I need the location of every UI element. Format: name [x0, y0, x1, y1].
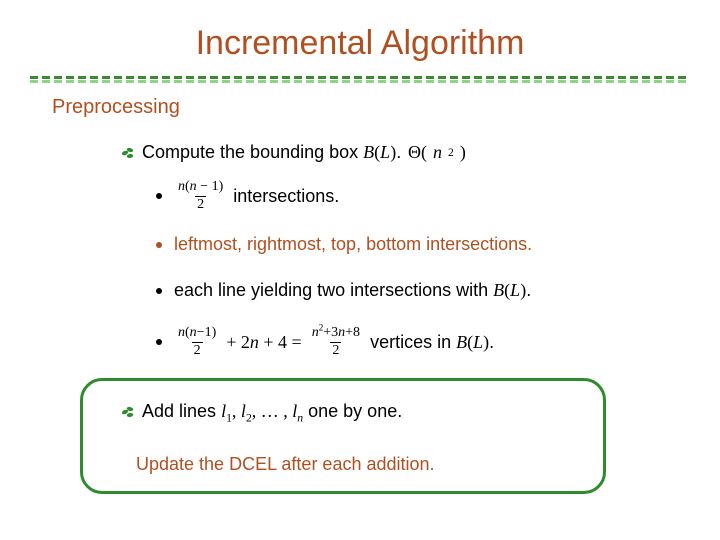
subbullet-intersections-count: n(n − 1) 2 intersections.: [156, 180, 339, 212]
dot-bullet-icon: [156, 242, 162, 248]
dot-bullet-icon: [156, 288, 162, 294]
middle-terms: + 2n + 4 =: [226, 332, 301, 353]
tail: vertices in B(L).: [370, 332, 494, 353]
highlight-callout-box: [80, 378, 606, 494]
complexity-theta-n2: Θ(n2): [408, 142, 466, 163]
prefix: Add lines: [142, 401, 221, 421]
dot-bullet-icon: [156, 339, 162, 345]
subbullet-extremes: leftmost, rightmost, top, bottom interse…: [156, 234, 532, 255]
title-underline: [30, 76, 690, 84]
bullet-add-lines: Add lines l1, l2, … , ln one by one.: [120, 401, 402, 422]
subbullet-yielding: each line yielding two intersections wit…: [156, 280, 531, 301]
leaf-bullet-icon: [120, 404, 136, 420]
text: leftmost, rightmost, top, bottom interse…: [174, 234, 532, 255]
suffix: .: [489, 332, 494, 352]
text-update-dcel: Update the DCEL after each addition.: [136, 454, 435, 475]
dot-bullet-icon: [156, 193, 162, 199]
fraction-right: n2+3n+8 2: [310, 326, 362, 358]
text: Add lines l1, l2, … , ln one by one.: [142, 401, 402, 422]
suffix: one by one.: [303, 401, 402, 421]
fraction-left: n(n−1) 2: [176, 326, 218, 358]
suffix: .: [396, 142, 401, 162]
leaf-bullet-icon: [120, 145, 136, 161]
suffix: .: [526, 280, 531, 300]
section-heading: Preprocessing: [52, 96, 180, 119]
text: Compute the bounding box B(L).: [142, 142, 401, 163]
text: each line yielding two intersections wit…: [174, 280, 531, 301]
slide: Incremental Algorithm Preprocessing Comp…: [0, 0, 720, 540]
fraction: n(n − 1) 2: [176, 180, 225, 212]
prefix: each line yielding two intersections wit…: [174, 280, 493, 300]
suffix: intersections.: [233, 186, 339, 207]
subbullet-vertices-formula: n(n−1) 2 + 2n + 4 = n2+3n+8 2 vertices i…: [156, 326, 494, 358]
tail-prefix: vertices in: [370, 332, 456, 352]
slide-title: Incremental Algorithm: [0, 24, 720, 63]
prefix: Compute the bounding box: [142, 142, 363, 162]
bullet-compute-bounding-box: Compute the bounding box B(L).: [120, 142, 401, 163]
